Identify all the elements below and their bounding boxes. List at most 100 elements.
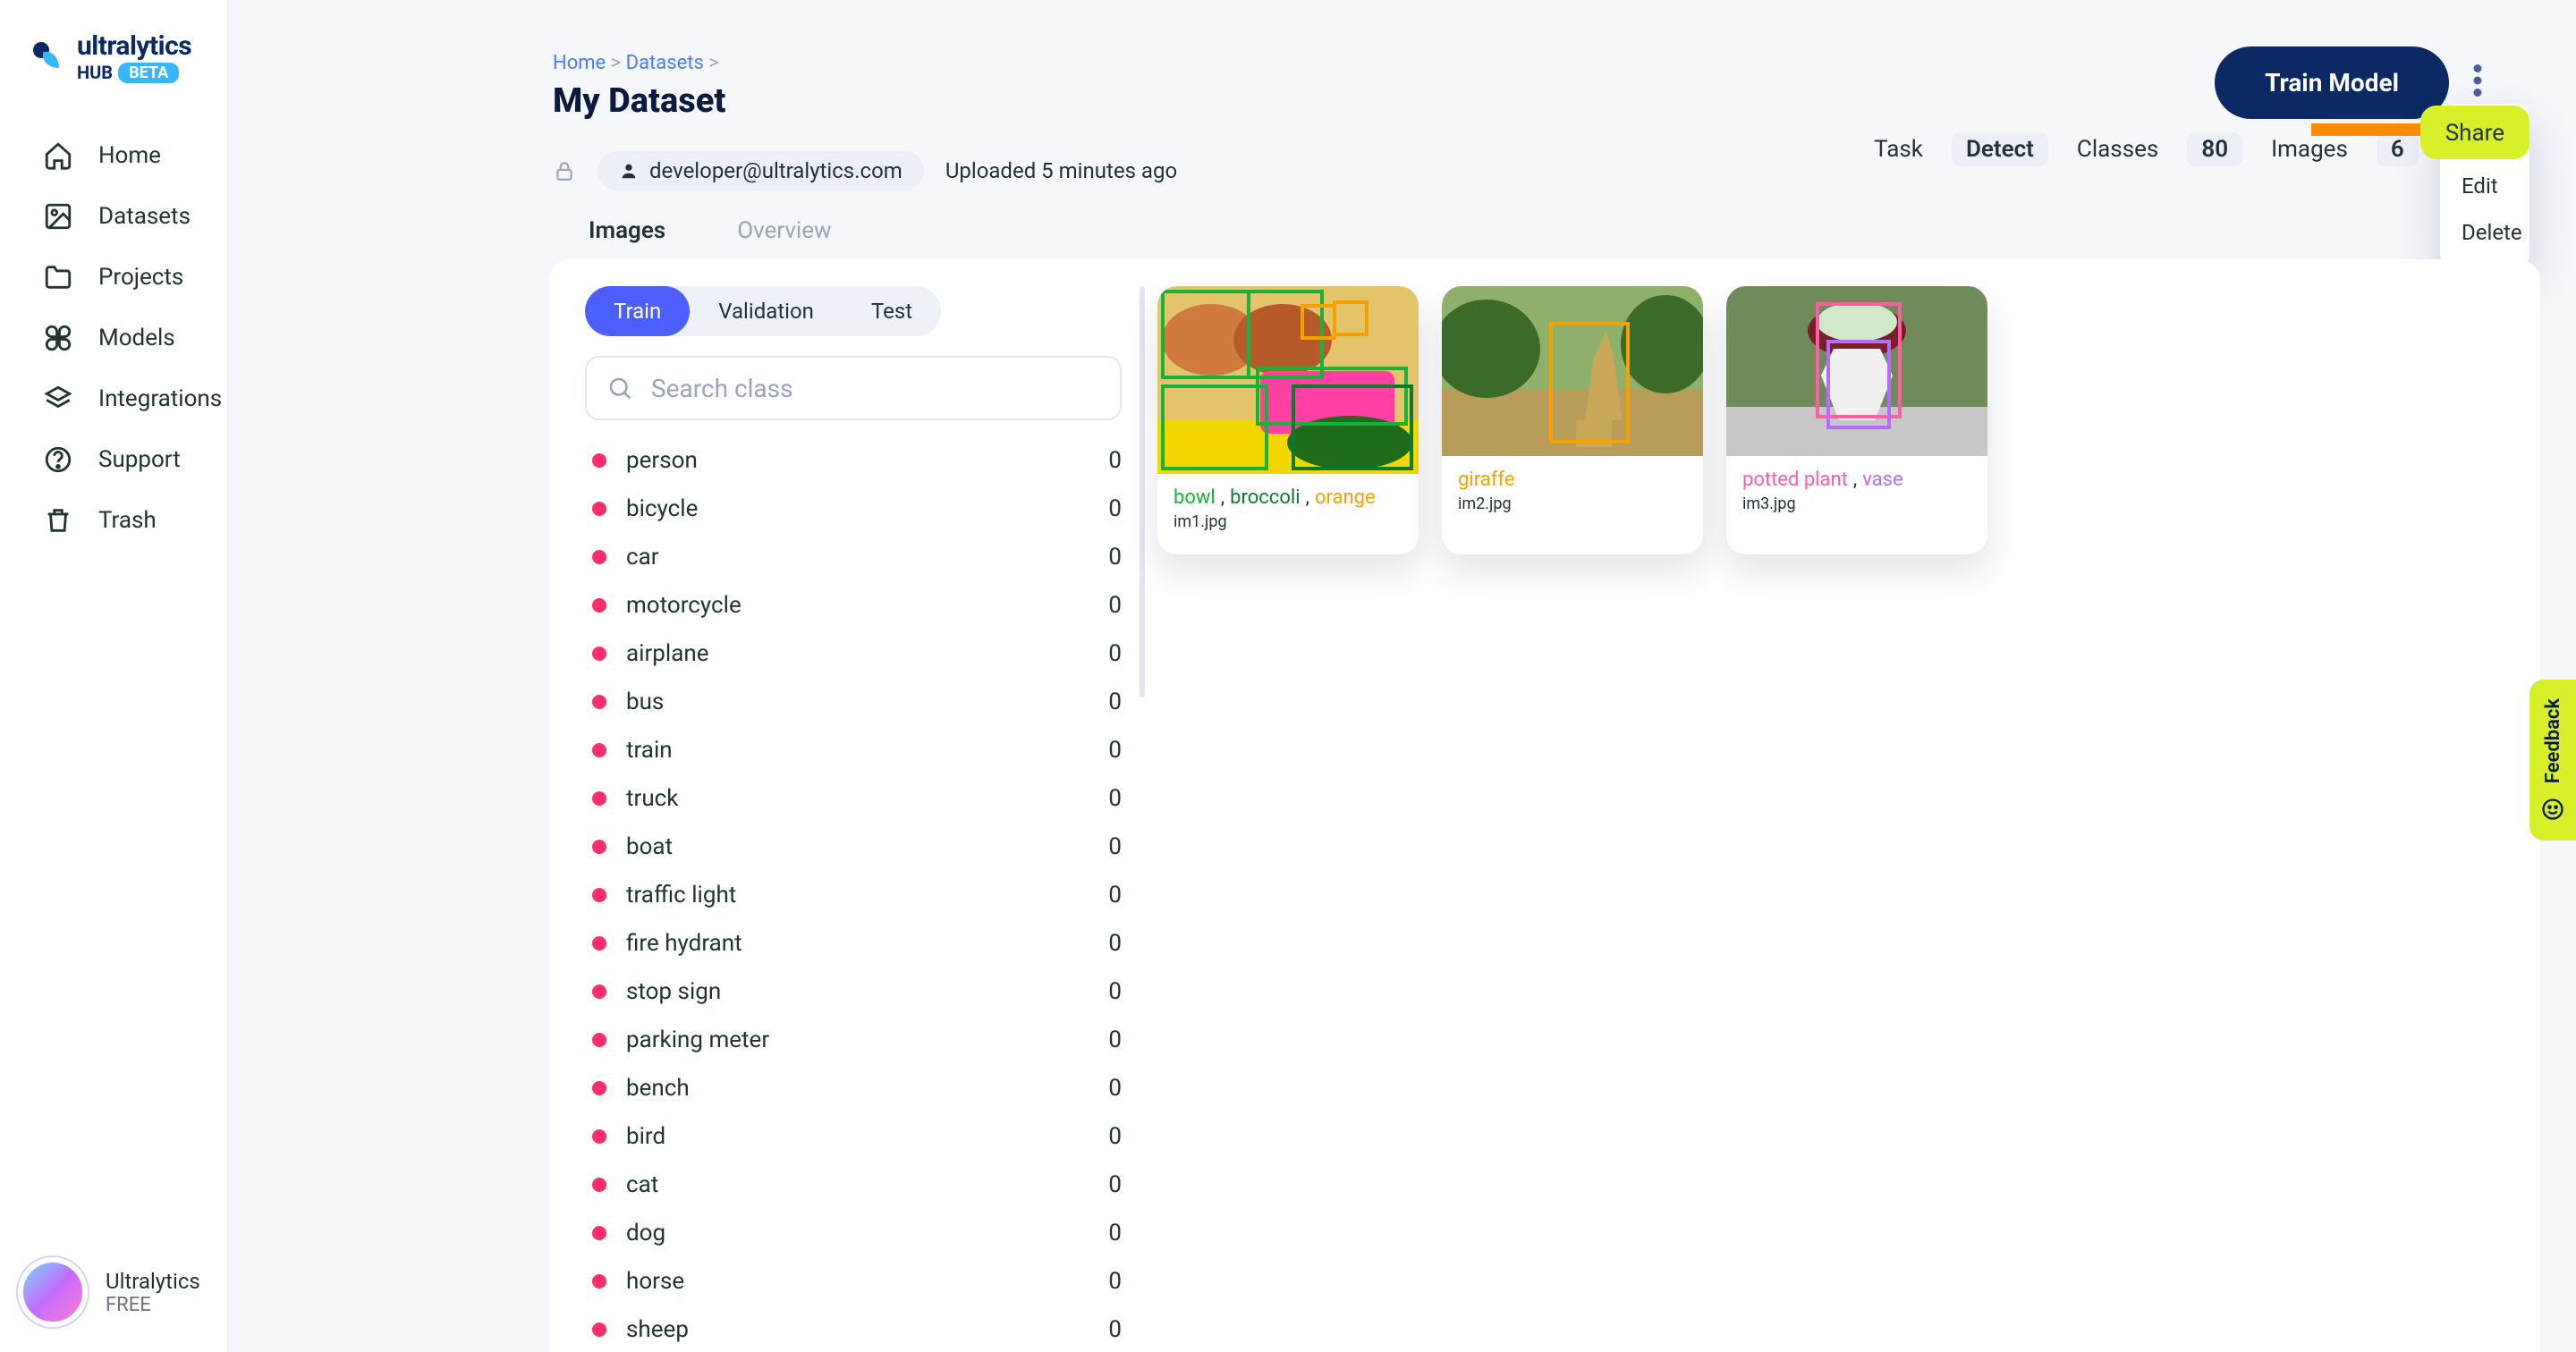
train-model-button[interactable]: Train Model — [2215, 46, 2449, 119]
class-row[interactable]: person0 — [585, 436, 1122, 485]
class-count: 0 — [1108, 737, 1122, 764]
class-name: train — [626, 737, 1108, 764]
class-name: person — [626, 447, 1108, 474]
sidebar-item-support[interactable]: Support — [43, 444, 227, 475]
class-row[interactable]: motorcycle0 — [585, 581, 1122, 630]
image-labels: potted plant, vase — [1726, 456, 1987, 494]
menu-item-edit[interactable]: Edit — [2440, 163, 2529, 209]
owner-pill[interactable]: developer@ultralytics.com — [597, 151, 924, 190]
class-row[interactable]: fire hydrant0 — [585, 919, 1122, 968]
sidebar-footer[interactable]: Ultralytics FREE — [18, 1257, 200, 1327]
class-color-dot — [592, 598, 606, 613]
class-count: 0 — [1108, 978, 1122, 1005]
sidebar-item-home[interactable]: Home — [43, 140, 227, 171]
image-labels: bowl, broccoli, orange — [1157, 474, 1419, 512]
image-thumb — [1726, 286, 1987, 456]
sidebar-item-projects[interactable]: Projects — [43, 262, 227, 292]
sidebar-item-models[interactable]: Models — [43, 323, 227, 353]
crumb-home[interactable]: Home — [553, 52, 606, 74]
help-icon — [43, 444, 73, 475]
tab-overview[interactable]: Overview — [737, 217, 831, 264]
crumb-datasets[interactable]: Datasets — [626, 52, 704, 74]
class-color-dot — [592, 840, 606, 854]
sidebar-item-label: Datasets — [98, 203, 191, 230]
class-row[interactable]: truck0 — [585, 774, 1122, 823]
sidebar-item-trash[interactable]: Trash — [43, 505, 227, 536]
class-row[interactable]: bench0 — [585, 1064, 1122, 1112]
class-count: 0 — [1108, 1027, 1122, 1053]
scrollbar-track[interactable] — [1140, 286, 1145, 697]
class-row[interactable]: stop sign0 — [585, 968, 1122, 1016]
logo-icon — [30, 39, 66, 75]
stat-classes: 80 — [2187, 132, 2242, 166]
class-list[interactable]: person0bicycle0car0motorcycle0airplane0b… — [585, 436, 1140, 1348]
class-row[interactable]: car0 — [585, 533, 1122, 581]
footer-line1: Ultralytics — [106, 1269, 200, 1294]
class-count: 0 — [1108, 495, 1122, 522]
detail-tabs: Images Overview — [589, 217, 2540, 264]
sidebar-item-label: Integrations — [98, 385, 222, 412]
class-count: 0 — [1108, 592, 1122, 619]
class-row[interactable]: boat0 — [585, 823, 1122, 871]
split-test[interactable]: Test — [843, 286, 941, 336]
content-panel: Train Validation Test person0bicycle0car… — [549, 259, 2540, 1352]
menu-item-share[interactable]: Share — [2420, 106, 2529, 159]
class-color-dot — [592, 453, 606, 468]
avatar — [18, 1257, 88, 1327]
image-card[interactable]: bowl, broccoli, orange im1.jpg — [1157, 286, 1419, 554]
class-count: 0 — [1108, 1123, 1122, 1150]
class-color-dot — [592, 888, 606, 902]
sidebar-item-label: Support — [98, 446, 181, 473]
image-icon — [43, 201, 73, 232]
class-row[interactable]: horse0 — [585, 1257, 1122, 1306]
class-color-dot — [592, 550, 606, 564]
class-count: 0 — [1108, 833, 1122, 860]
class-count: 0 — [1108, 1316, 1122, 1343]
class-count: 0 — [1108, 447, 1122, 474]
class-name: sheep — [626, 1316, 1108, 1343]
class-row[interactable]: bird0 — [585, 1112, 1122, 1161]
logo[interactable]: ultralytics HUB BETA — [30, 30, 227, 83]
class-count: 0 — [1108, 882, 1122, 908]
class-color-dot — [592, 1226, 606, 1240]
sidebar-item-integrations[interactable]: Integrations — [43, 384, 227, 414]
class-row[interactable]: traffic light0 — [585, 871, 1122, 919]
kebab-icon — [2472, 64, 2483, 97]
image-thumb — [1442, 286, 1703, 456]
class-count: 0 — [1108, 1268, 1122, 1295]
split-validation[interactable]: Validation — [690, 286, 843, 336]
more-menu-button[interactable] — [2451, 54, 2504, 107]
class-color-dot — [592, 502, 606, 516]
class-color-dot — [592, 791, 606, 806]
stat-classes-label: Classes — [2077, 136, 2158, 163]
split-train[interactable]: Train — [585, 286, 690, 336]
class-row[interactable]: bicycle0 — [585, 485, 1122, 533]
brand-beta-badge: BETA — [118, 63, 179, 83]
class-row[interactable]: bus0 — [585, 678, 1122, 726]
label-chip: vase — [1862, 469, 1902, 491]
label-chip: , — [1221, 486, 1224, 509]
class-row[interactable]: parking meter0 — [585, 1016, 1122, 1064]
image-card[interactable]: potted plant, vase im3.jpg — [1726, 286, 1987, 554]
stat-task: Detect — [1952, 132, 2048, 166]
class-row[interactable]: train0 — [585, 726, 1122, 774]
class-row[interactable]: sheep0 — [585, 1306, 1122, 1348]
sidebar-item-datasets[interactable]: Datasets — [43, 201, 227, 232]
sidebar-item-label: Home — [98, 142, 161, 169]
image-card[interactable]: giraffe im2.jpg — [1442, 286, 1703, 554]
search-box[interactable] — [585, 356, 1122, 420]
tab-images[interactable]: Images — [589, 217, 665, 264]
crumb-sep: > — [708, 52, 719, 74]
class-color-dot — [592, 984, 606, 999]
class-row[interactable]: cat0 — [585, 1161, 1122, 1209]
feedback-tab[interactable]: Feedback — [2529, 680, 2576, 841]
search-input[interactable] — [651, 374, 1100, 403]
class-count: 0 — [1108, 544, 1122, 570]
class-row[interactable]: airplane0 — [585, 630, 1122, 678]
class-name: parking meter — [626, 1027, 1108, 1053]
class-name: fire hydrant — [626, 930, 1108, 957]
class-row[interactable]: dog0 — [585, 1209, 1122, 1257]
smile-icon — [2540, 797, 2565, 822]
menu-item-delete[interactable]: Delete — [2440, 209, 2529, 256]
owner-email: developer@ultralytics.com — [649, 158, 902, 183]
